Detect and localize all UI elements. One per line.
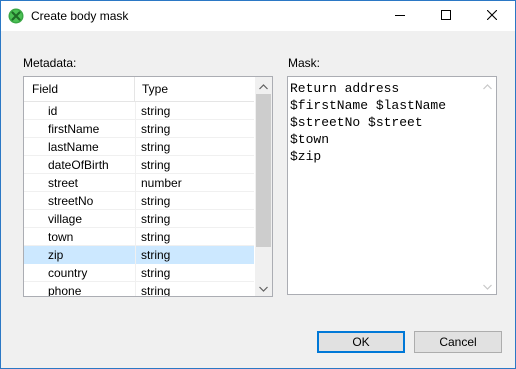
- metadata-label: Metadata:: [23, 56, 77, 70]
- column-divider: [135, 228, 136, 246]
- field-type-cell: string: [141, 266, 171, 280]
- field-name-cell: town: [48, 230, 74, 244]
- scroll-down-arrow[interactable]: [255, 279, 272, 296]
- metadata-scrollbar[interactable]: [255, 77, 272, 296]
- mask-label: Mask:: [288, 56, 321, 70]
- field-name-cell: country: [48, 266, 88, 280]
- column-divider: [135, 120, 136, 138]
- maximize-button[interactable]: [423, 1, 469, 31]
- chevron-down-icon: [483, 279, 492, 293]
- list-item[interactable]: streetNo string: [24, 192, 254, 210]
- scroll-thumb[interactable]: [256, 94, 271, 247]
- field-type-cell: string: [141, 248, 171, 262]
- field-name-cell: id: [48, 104, 58, 118]
- close-icon: [486, 9, 498, 23]
- maximize-icon: [441, 9, 451, 23]
- field-name-cell: zip: [48, 248, 64, 262]
- app-icon: [8, 8, 24, 24]
- list-item[interactable]: dateOfBirth string: [24, 156, 254, 174]
- column-divider: [135, 264, 136, 282]
- cancel-button[interactable]: Cancel: [414, 331, 502, 353]
- metadata-list[interactable]: Field Type id string firstName string lastNa…: [23, 76, 273, 297]
- list-rows: id string firstName string lastName string dat…: [24, 102, 254, 297]
- field-type-cell: string: [141, 284, 171, 297]
- list-item[interactable]: town string: [24, 228, 254, 246]
- field-type-cell: string: [141, 230, 171, 244]
- field-name-cell: village: [48, 212, 83, 226]
- title-bar[interactable]: Create body mask: [1, 1, 515, 31]
- field-type-cell: string: [141, 212, 171, 226]
- mask-scroll-up-arrow[interactable]: [479, 77, 496, 94]
- column-header-field[interactable]: Field: [24, 77, 135, 101]
- column-divider: [135, 192, 136, 210]
- field-type-cell: string: [141, 158, 171, 172]
- list-item[interactable]: country string: [24, 264, 254, 282]
- field-type-cell: number: [141, 176, 182, 190]
- chevron-up-icon: [259, 79, 268, 93]
- minimize-button[interactable]: [377, 1, 423, 31]
- list-item[interactable]: street number: [24, 174, 254, 192]
- scroll-up-arrow[interactable]: [255, 77, 272, 94]
- list-item[interactable]: lastName string: [24, 138, 254, 156]
- window-title: Create body mask: [31, 9, 129, 23]
- column-divider: [135, 138, 136, 156]
- mask-textarea[interactable]: Return address $firstName $lastName $str…: [287, 76, 497, 295]
- column-divider: [135, 246, 136, 264]
- list-item[interactable]: phone string: [24, 282, 254, 297]
- field-name-cell: dateOfBirth: [48, 158, 109, 172]
- column-divider: [135, 282, 136, 296]
- ok-button[interactable]: OK: [317, 331, 405, 353]
- list-item[interactable]: village string: [24, 210, 254, 228]
- field-type-cell: string: [141, 194, 171, 208]
- close-button[interactable]: [469, 1, 515, 31]
- chevron-down-icon: [259, 281, 268, 295]
- list-item[interactable]: firstName string: [24, 120, 254, 138]
- field-name-cell: streetNo: [48, 194, 94, 208]
- minimize-icon: [395, 9, 405, 23]
- field-name-cell: phone: [48, 284, 82, 297]
- field-type-cell: string: [141, 104, 171, 118]
- mask-scrollbar[interactable]: [479, 77, 496, 294]
- column-divider: [135, 210, 136, 228]
- column-header-type[interactable]: Type: [136, 77, 254, 101]
- chevron-up-icon: [483, 79, 492, 93]
- dialog-window: Create body mask Metadata: Mask: Field T…: [0, 0, 516, 369]
- field-name-cell: street: [48, 176, 79, 190]
- field-name-cell: lastName: [48, 140, 99, 154]
- list-item[interactable]: zip string: [24, 246, 254, 264]
- field-type-cell: string: [141, 122, 171, 136]
- field-type-cell: string: [141, 140, 171, 154]
- field-name-cell: firstName: [48, 122, 100, 136]
- list-item[interactable]: id string: [24, 102, 254, 120]
- mask-scroll-down-arrow[interactable]: [479, 277, 496, 294]
- column-divider: [135, 156, 136, 174]
- mask-text[interactable]: Return address $firstName $lastName $str…: [290, 80, 446, 165]
- list-header: Field Type: [24, 77, 254, 102]
- column-divider: [135, 102, 136, 120]
- column-divider: [135, 174, 136, 192]
